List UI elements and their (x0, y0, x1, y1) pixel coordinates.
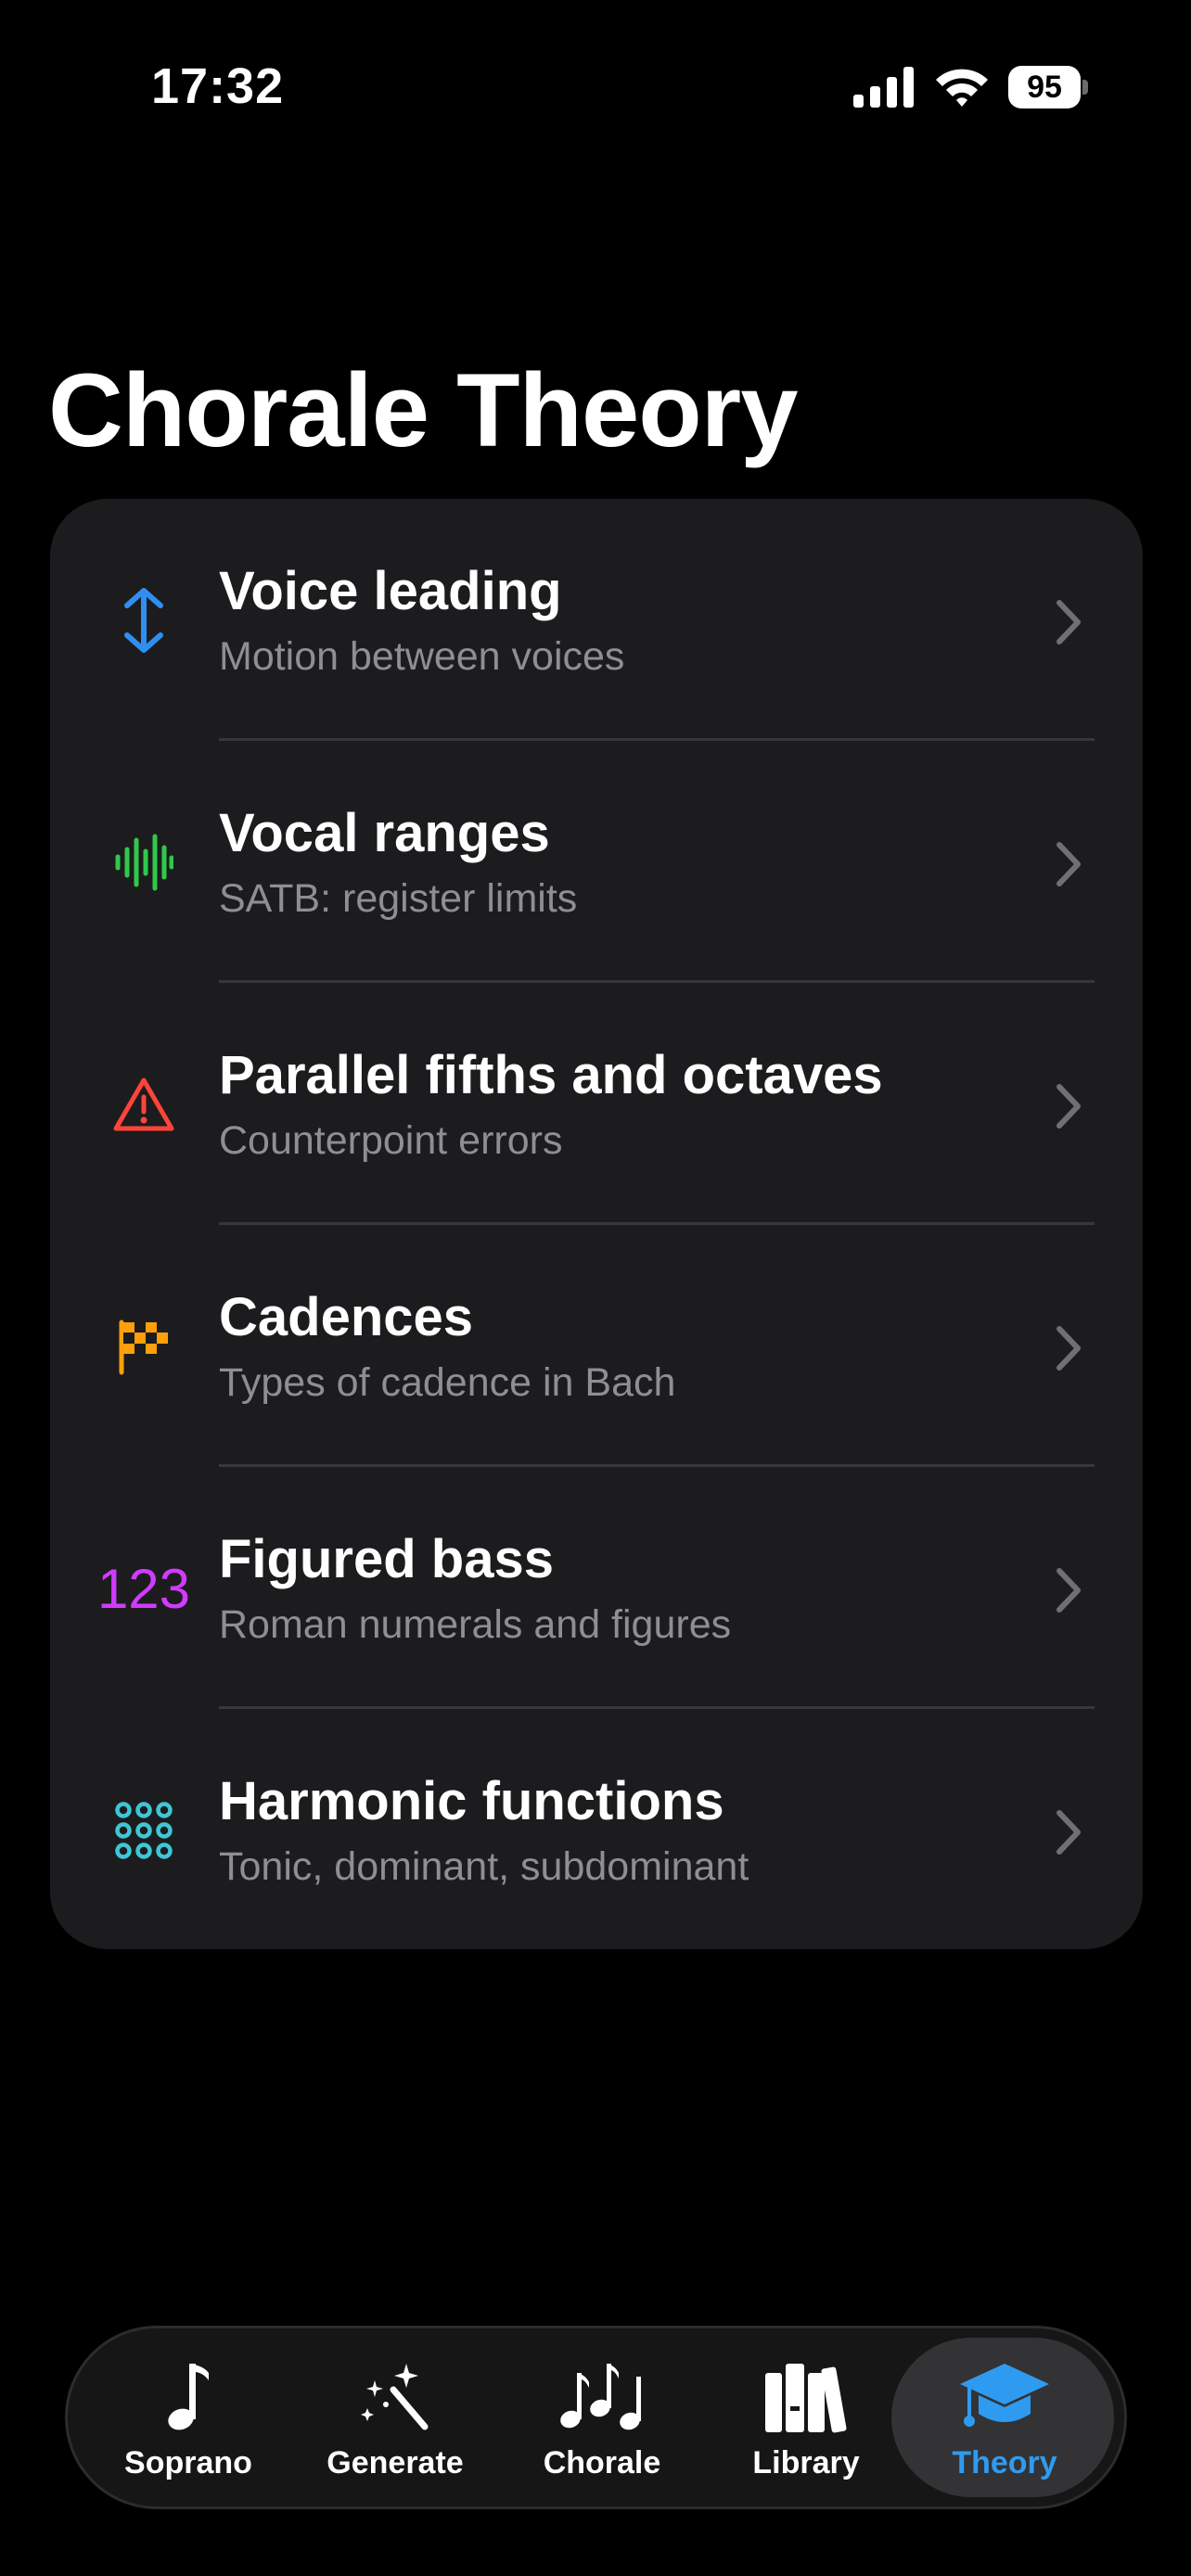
topic-title: Harmonic functions (219, 1771, 724, 1831)
chevron-right-icon (1057, 1810, 1081, 1855)
arrow-up-down-icon (93, 569, 195, 671)
chevron-right-icon (1057, 842, 1081, 886)
topic-list: Voice leading Motion between voices Voca… (50, 499, 1143, 1949)
topic-subtitle: SATB: register limits (219, 876, 578, 921)
tab-label: Library (752, 2445, 860, 2480)
screen: 17:32 95 Chorale Theory Voice leading Mo… (0, 0, 1191, 2576)
topic-row-figured-bass[interactable]: 123 Figured bass Roman numerals and figu… (50, 1467, 1143, 1709)
numbers-icon: 123 (93, 1537, 195, 1639)
tab-soprano[interactable]: Soprano (86, 2328, 290, 2506)
topic-row-cadences[interactable]: Cadences Types of cadence in Bach (50, 1225, 1143, 1467)
wifi-icon (936, 69, 988, 107)
music-note-icon (168, 2364, 209, 2430)
waveform-icon (93, 811, 195, 913)
tab-theory[interactable]: Theory (903, 2328, 1107, 2506)
topic-subtitle: Tonic, dominant, subdominant (219, 1844, 749, 1889)
status-time: 17:32 (151, 58, 285, 114)
topic-row-voice-leading[interactable]: Voice leading Motion between voices (50, 499, 1143, 741)
checkered-flag-icon (93, 1295, 195, 1397)
chevron-right-icon (1057, 600, 1081, 644)
topic-row-vocal-ranges[interactable]: Vocal ranges SATB: register limits (50, 741, 1143, 983)
topic-row-harmonic-functions[interactable]: Harmonic functions Tonic, dominant, subd… (50, 1709, 1143, 1949)
topic-row-parallel-fifths[interactable]: Parallel fifths and octaves Counterpoint… (50, 983, 1143, 1225)
tab-bar: Soprano Generate Chorale Library Theory (65, 2326, 1127, 2509)
signal-icon (853, 67, 914, 108)
topic-title: Parallel fifths and octaves (219, 1045, 883, 1105)
topic-subtitle: Roman numerals and figures (219, 1602, 732, 1647)
books-icon (765, 2364, 847, 2433)
topic-title: Cadences (219, 1287, 474, 1347)
battery-cap (1082, 80, 1088, 95)
page-title: Chorale Theory (48, 352, 799, 468)
tab-label: Theory (952, 2445, 1057, 2480)
chevron-right-icon (1057, 1326, 1081, 1371)
warning-triangle-icon (93, 1053, 195, 1155)
circle-grid-icon (93, 1779, 195, 1881)
numbers-icon-text: 123 (96, 1557, 191, 1620)
topic-subtitle: Types of cadence in Bach (219, 1360, 676, 1405)
status-bar: 17:32 95 (0, 0, 1191, 176)
tab-library[interactable]: Library (704, 2328, 908, 2506)
topic-title: Figured bass (219, 1529, 554, 1589)
tab-label: Generate (327, 2445, 464, 2480)
topic-subtitle: Counterpoint errors (219, 1118, 563, 1163)
tab-label: Soprano (124, 2445, 252, 2480)
tab-label: Chorale (543, 2445, 661, 2480)
chevron-right-icon (1057, 1084, 1081, 1129)
tab-chorale[interactable]: Chorale (500, 2328, 704, 2506)
topic-title: Vocal ranges (219, 803, 550, 863)
topic-subtitle: Motion between voices (219, 634, 625, 679)
magic-wand-icon (361, 2364, 429, 2430)
tab-generate[interactable]: Generate (293, 2328, 497, 2506)
chevron-right-icon (1057, 1568, 1081, 1613)
topic-title: Voice leading (219, 561, 562, 621)
battery-icon: 95 (1008, 66, 1088, 108)
battery-level: 95 (1008, 66, 1081, 108)
graduation-cap-icon (960, 2364, 1049, 2427)
music-notes-icon (560, 2364, 641, 2430)
